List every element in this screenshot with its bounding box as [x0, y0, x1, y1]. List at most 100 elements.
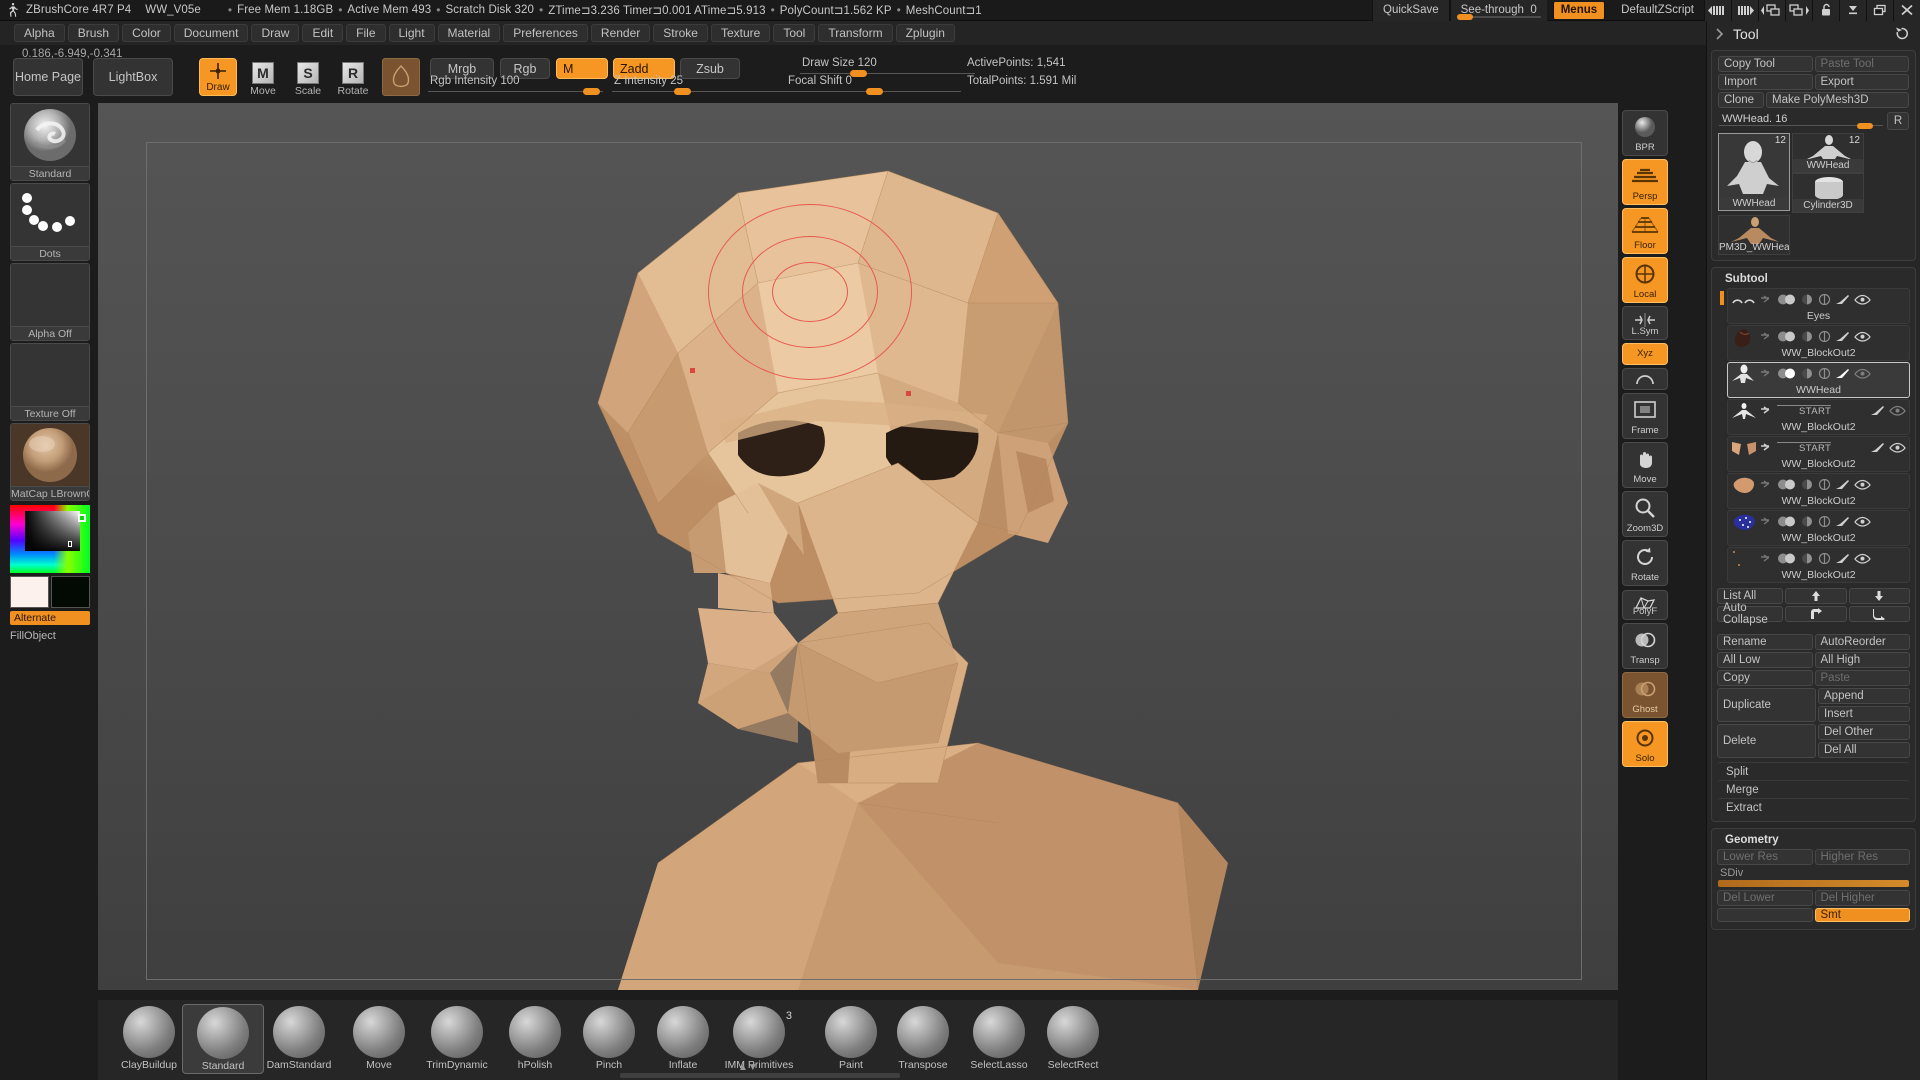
- close-icon[interactable]: [1893, 0, 1920, 21]
- copy-tool-button[interactable]: Copy Tool: [1718, 56, 1813, 72]
- subtool-row-blockout-body[interactable]: START WW_BlockOut2: [1727, 399, 1910, 435]
- visibility-arrow-icon[interactable]: [1760, 294, 1773, 305]
- visibility-arrow-icon[interactable]: [1760, 442, 1773, 453]
- sdiv-slider[interactable]: [1718, 880, 1909, 887]
- color-picker[interactable]: [10, 505, 90, 573]
- paintbrush-toggle-icon[interactable]: [1835, 331, 1850, 342]
- draw-mode-button[interactable]: Draw: [199, 58, 237, 96]
- draw-size-slider[interactable]: Draw Size 120: [800, 57, 975, 77]
- brush-hpolish[interactable]: hPolish: [494, 1004, 576, 1072]
- polypaint-toggle-icon[interactable]: [1777, 516, 1797, 527]
- brush-bar-scrollbar[interactable]: [620, 1073, 900, 1078]
- next-window-icon[interactable]: [1785, 0, 1812, 21]
- rename-button[interactable]: Rename: [1717, 634, 1813, 650]
- paintbrush-toggle-icon[interactable]: [1835, 294, 1850, 305]
- del-lower-button[interactable]: Del Lower: [1717, 890, 1813, 906]
- visibility-arrow-icon[interactable]: [1760, 553, 1773, 564]
- eye-visibility-icon[interactable]: [1854, 553, 1871, 564]
- make-polymesh3d-button[interactable]: Make PolyMesh3D: [1766, 92, 1909, 108]
- polypaint-toggle-icon[interactable]: [1777, 294, 1797, 305]
- brush-paint[interactable]: Paint: [810, 1004, 892, 1072]
- paintbrush-toggle-icon[interactable]: [1870, 442, 1885, 453]
- menu-item-tool[interactable]: Tool: [773, 24, 816, 42]
- brush-imm-primitives[interactable]: IMM Primitives 3: [718, 1004, 800, 1072]
- tool-thumb-wwhead-pose[interactable]: 12 WWHead: [1792, 133, 1864, 173]
- brush-damstandard[interactable]: DamStandard: [258, 1004, 340, 1072]
- persp-button[interactable]: Persp: [1622, 159, 1668, 205]
- paste-tool-button[interactable]: Paste Tool: [1814, 56, 1909, 72]
- fill-object-button[interactable]: FillObject: [10, 629, 90, 643]
- subtool-row-blockout-dress[interactable]: WW_BlockOut2: [1727, 510, 1910, 546]
- menus-button[interactable]: Menus: [1552, 1, 1606, 19]
- del-higher-button[interactable]: Del Higher: [1814, 890, 1910, 906]
- auto-coll apse-button[interactable]: Auto Collapse: [1717, 602, 1784, 626]
- move-view-button[interactable]: Move: [1622, 442, 1668, 488]
- polypaint-toggle-icon[interactable]: [1777, 331, 1797, 342]
- insert-button[interactable]: Insert: [1818, 706, 1910, 722]
- pm3d-toggle-icon[interactable]: [1801, 368, 1814, 379]
- polypaint-toggle-icon[interactable]: [1777, 368, 1797, 379]
- current-brush-cell[interactable]: Standard: [10, 103, 90, 181]
- eye-visibility-icon[interactable]: [1889, 405, 1906, 416]
- import-button[interactable]: Import: [1718, 74, 1813, 90]
- subtool-row-hair[interactable]: WW_BlockOut2: [1727, 325, 1910, 361]
- scale-mode-button[interactable]: S Scale: [290, 60, 326, 98]
- polypaint-toggle-icon[interactable]: [1777, 479, 1797, 490]
- visibility-arrow-icon[interactable]: [1760, 516, 1773, 527]
- eye-visibility-icon[interactable]: [1854, 516, 1871, 527]
- menu-item-transform[interactable]: Transform: [818, 24, 893, 42]
- higher-res-button[interactable]: Higher Res: [1814, 849, 1910, 865]
- tool-r-button[interactable]: R: [1887, 112, 1909, 130]
- tool-thumb-cylinder3d[interactable]: Cylinder3D: [1792, 173, 1864, 213]
- smt-button[interactable]: Smt: [1814, 908, 1910, 922]
- move-mode-button[interactable]: M Move: [245, 60, 281, 98]
- delete-button[interactable]: Delete: [1717, 724, 1816, 758]
- eye-visibility-icon[interactable]: [1889, 442, 1906, 453]
- geometry-blank-button[interactable]: [1717, 908, 1813, 922]
- local-symmetry-button[interactable]: L.Sym: [1622, 306, 1668, 340]
- rgb-intensity-slider[interactable]: Rgb Intensity 100: [428, 75, 603, 95]
- xyz-button[interactable]: Xyz: [1622, 343, 1668, 365]
- focal-shift-knob[interactable]: [866, 88, 883, 95]
- panel-expand-icon[interactable]: [1713, 28, 1725, 40]
- bpr-button[interactable]: BPR: [1622, 110, 1668, 156]
- floor-button[interactable]: Floor: [1622, 208, 1668, 254]
- paintbrush-toggle-icon[interactable]: [1835, 368, 1850, 379]
- zoom3d-button[interactable]: Zoom3D: [1622, 491, 1668, 537]
- alternate-button[interactable]: Alternate: [10, 611, 90, 625]
- paintbrush-toggle-icon[interactable]: [1870, 405, 1885, 416]
- eye-visibility-icon[interactable]: [1854, 294, 1871, 305]
- rotate-mode-button[interactable]: R Rotate: [335, 60, 371, 98]
- rotate-view-button[interactable]: Rotate: [1622, 540, 1668, 586]
- menu-item-color[interactable]: Color: [122, 24, 171, 42]
- transparency-toggle-icon[interactable]: [1818, 368, 1831, 379]
- secondary-color-swatch[interactable]: [51, 576, 90, 608]
- visibility-arrow-icon[interactable]: [1760, 479, 1773, 490]
- menu-item-preferences[interactable]: Preferences: [503, 24, 588, 42]
- eye-visibility-icon[interactable]: [1854, 368, 1871, 379]
- subtool-row-wwhead[interactable]: WWHead: [1727, 362, 1910, 398]
- extract-button[interactable]: Extract: [1717, 798, 1910, 816]
- prev-window-icon[interactable]: [1758, 0, 1785, 21]
- move-out-button[interactable]: [1785, 606, 1847, 622]
- current-texture-cell[interactable]: Texture Off: [10, 343, 90, 421]
- tool-thumb-pm3d-wwhead[interactable]: PM3D_WWHead: [1718, 215, 1790, 255]
- brush-transpose[interactable]: Transpose: [882, 1004, 964, 1072]
- del-other-button[interactable]: Del Other: [1818, 724, 1910, 740]
- pm3d-toggle-icon[interactable]: [1801, 294, 1814, 305]
- activate-symmetry-button[interactable]: [1622, 368, 1668, 390]
- lock-icon[interactable]: [1812, 0, 1839, 21]
- menu-item-alpha[interactable]: Alpha: [14, 24, 65, 42]
- visibility-arrow-icon[interactable]: [1760, 405, 1773, 416]
- hue-marker[interactable]: [78, 514, 86, 522]
- del-all-button[interactable]: Del All: [1818, 742, 1910, 758]
- tool-thumb-wwhead-bust[interactable]: 12 WWHead: [1718, 133, 1790, 211]
- move-down-button[interactable]: [1848, 588, 1910, 604]
- subtool-row-blockout-small[interactable]: WW_BlockOut2: [1727, 547, 1910, 583]
- minimize-icon[interactable]: [1839, 0, 1866, 21]
- menu-item-light[interactable]: Light: [388, 24, 435, 42]
- clone-button[interactable]: Clone: [1718, 92, 1764, 108]
- subtool-scrollbar[interactable]: [1720, 291, 1724, 580]
- transparency-toggle-icon[interactable]: [1818, 553, 1831, 564]
- transparency-toggle-icon[interactable]: [1818, 331, 1831, 342]
